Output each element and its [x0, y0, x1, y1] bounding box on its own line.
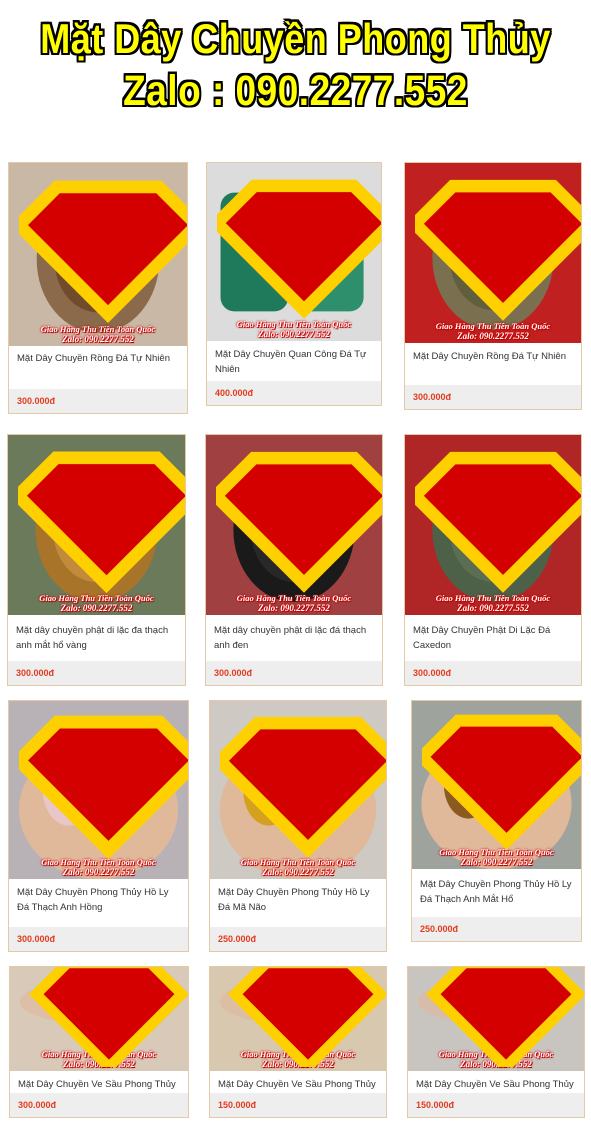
product-photo[interactable]: Giao Hàng Thu Tiền Toàn QuốcZalo: 090.22… [207, 163, 381, 341]
product-photo[interactable]: Giao Hàng Thu Tiền Toàn QuốcZalo: 090.22… [9, 701, 188, 879]
product-name[interactable]: Mặt Dây Chuyền Phong Thủy Hồ Ly Đá Thạch… [17, 885, 180, 915]
product-price: 150.000đ [416, 1100, 455, 1110]
price-bar: 150.000đ [408, 1093, 584, 1117]
price-bar: 400.000đ [207, 381, 381, 405]
product-photo[interactable]: Giao Hàng Thu Tiền Toàn QuốcZalo: 090.22… [405, 435, 581, 615]
product-price: 300.000đ [413, 668, 452, 678]
product-name[interactable]: Mặt Dây Chuyền Phật Di Lặc Đá Caxedon [413, 623, 573, 653]
price-bar: 300.000đ [405, 385, 581, 409]
product-card[interactable]: Giao Hàng Thu Tiền Toàn QuốcZalo: 090.22… [205, 434, 383, 686]
superman-logo-icon [19, 180, 187, 324]
product-card[interactable]: Giao Hàng Thu Tiền Toàn QuốcZalo: 090.22… [411, 700, 582, 942]
product-price: 300.000đ [17, 396, 56, 406]
price-bar: 300.000đ [10, 1093, 188, 1117]
price-bar: 300.000đ [8, 661, 185, 685]
price-bar: 300.000đ [9, 389, 187, 413]
header-banner: Mặt Dây Chuyền Phong Thủy Zalo : 090.227… [0, 0, 591, 130]
product-name[interactable]: Mặt dây chuyền phật di lặc đa thạch anh … [16, 623, 177, 653]
product-name[interactable]: Mặt Dây Chuyền Phong Thủy Hồ Ly Đá Mã Nã… [218, 885, 378, 915]
product-card[interactable]: Giao Hàng Thu Tiền Toàn QuốcZalo: 090.22… [404, 434, 582, 686]
price-bar: 250.000đ [210, 927, 386, 951]
product-card[interactable]: Giao Hàng Thu Tiền Toàn QuốcZalo: 090.22… [209, 966, 387, 1118]
product-photo[interactable]: Giao Hàng Thu Tiền Toàn QuốcZalo: 090.22… [8, 435, 185, 615]
product-card[interactable]: Giao Hàng Thu Tiền Toàn QuốcZalo: 090.22… [7, 434, 186, 686]
product-price: 300.000đ [16, 668, 55, 678]
product-price: 300.000đ [18, 1100, 57, 1110]
product-price: 150.000đ [218, 1100, 257, 1110]
superman-logo-icon [422, 714, 581, 850]
superman-logo-icon [415, 179, 581, 321]
product-price: 300.000đ [17, 934, 56, 944]
product-price: 250.000đ [218, 934, 257, 944]
product-card[interactable]: Giao Hàng Thu Tiền Toàn QuốcZalo: 090.22… [9, 966, 189, 1118]
product-photo[interactable]: Giao Hàng Thu Tiền Toàn QuốcZalo: 090.22… [408, 967, 584, 1071]
product-card[interactable]: Giao Hàng Thu Tiền Toàn QuốcZalo: 090.22… [8, 700, 189, 952]
price-bar: 300.000đ [206, 661, 382, 685]
product-photo[interactable]: Giao Hàng Thu Tiền Toàn QuốcZalo: 090.22… [210, 701, 386, 879]
price-bar: 300.000đ [405, 661, 581, 685]
superman-logo-icon [227, 967, 386, 1067]
product-name[interactable]: Mặt Dây Chuyền Phong Thủy Hồ Ly Đá Thạch… [420, 877, 573, 907]
product-price: 250.000đ [420, 924, 459, 934]
product-name[interactable]: Mặt Dây Chuyền Ve Sầu Phong Thủy [416, 1077, 576, 1092]
product-card[interactable]: Giao Hàng Thu Tiền Toàn QuốcZalo: 090.22… [404, 162, 582, 410]
product-card[interactable]: Giao Hàng Thu Tiền Toàn QuốcZalo: 090.22… [8, 162, 188, 414]
superman-logo-icon [18, 451, 185, 594]
product-price: 300.000đ [214, 668, 253, 678]
product-name[interactable]: Mặt dây chuyền phật di lặc đá thạch anh … [214, 623, 374, 653]
superman-logo-icon [415, 451, 581, 593]
product-photo[interactable]: Giao Hàng Thu Tiền Toàn QuốcZalo: 090.22… [10, 967, 188, 1071]
banner-contact: Zalo : 090.2277.552 [123, 66, 468, 114]
product-photo[interactable]: Giao Hàng Thu Tiền Toàn QuốcZalo: 090.22… [210, 967, 386, 1071]
product-name[interactable]: Mặt Dây Chuyền Rồng Đá Tự Nhiên [413, 349, 573, 364]
superman-logo-icon [216, 451, 382, 593]
superman-logo-icon [220, 716, 386, 858]
price-bar: 150.000đ [210, 1093, 386, 1117]
price-bar: 300.000đ [9, 927, 188, 951]
product-name[interactable]: Mặt Dây Chuyền Quan Công Đá Tự Nhiên [215, 347, 373, 377]
product-card[interactable]: Giao Hàng Thu Tiền Toàn QuốcZalo: 090.22… [206, 162, 382, 406]
superman-logo-icon [217, 179, 381, 319]
product-price: 300.000đ [413, 392, 452, 402]
product-card[interactable]: Giao Hàng Thu Tiền Toàn QuốcZalo: 090.22… [407, 966, 585, 1118]
superman-logo-icon [28, 967, 188, 1067]
banner-title: Mặt Dây Chuyền Phong Thủy [40, 14, 551, 63]
product-name[interactable]: Mặt Dây Chuyền Rồng Đá Tự Nhiên [17, 351, 179, 366]
product-photo[interactable]: Giao Hàng Thu Tiền Toàn QuốcZalo: 090.22… [405, 163, 581, 343]
superman-logo-icon [19, 715, 188, 859]
product-photo[interactable]: Giao Hàng Thu Tiền Toàn QuốcZalo: 090.22… [9, 163, 187, 346]
product-card[interactable]: Giao Hàng Thu Tiền Toàn QuốcZalo: 090.22… [209, 700, 387, 952]
price-bar: 250.000đ [412, 917, 581, 941]
product-photo[interactable]: Giao Hàng Thu Tiền Toàn QuốcZalo: 090.22… [412, 701, 581, 869]
product-price: 400.000đ [215, 388, 254, 398]
superman-logo-icon [425, 967, 584, 1067]
product-photo[interactable]: Giao Hàng Thu Tiền Toàn QuốcZalo: 090.22… [206, 435, 382, 615]
